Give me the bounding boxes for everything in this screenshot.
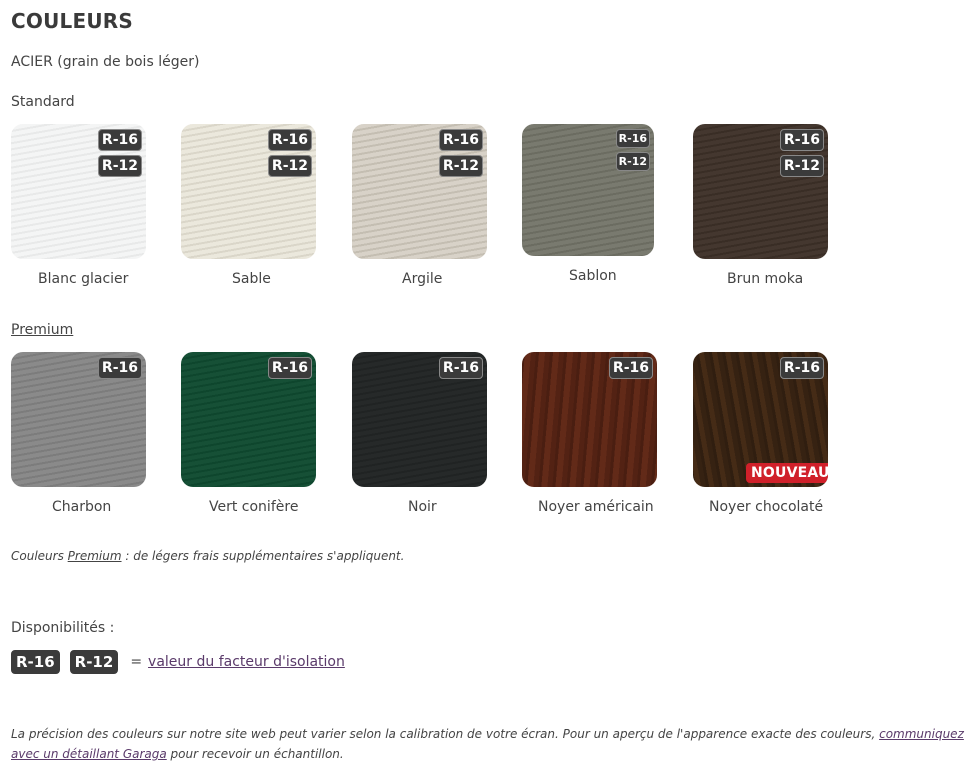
legend-badge-r12: R-12 xyxy=(69,650,119,674)
swatch-label: Brun moka xyxy=(727,271,804,287)
equals-sign: = xyxy=(130,654,143,670)
swatch-vert-conifere[interactable]: R-16 xyxy=(181,352,316,487)
swatch-card-brun-moka[interactable]: R-16 R-12 Brun moka xyxy=(693,124,843,287)
swatch-card-noyer-americain[interactable]: R-16 Noyer américain xyxy=(522,352,672,515)
standard-heading: Standard xyxy=(11,94,75,110)
premium-link[interactable]: Premium xyxy=(68,549,122,563)
premium-fee-note: Couleurs Premium : de légers frais suppl… xyxy=(11,549,405,563)
badge-r12: R-12 xyxy=(97,155,142,177)
swatch-card-noir[interactable]: R-16 Noir xyxy=(352,352,502,515)
premium-heading[interactable]: Premium xyxy=(11,322,73,338)
badge-r16: R-16 xyxy=(438,129,483,151)
swatch-label: Vert conifère xyxy=(209,499,299,515)
swatch-label: Argile xyxy=(402,271,443,287)
swatch-sablon[interactable]: R-16 R-12 xyxy=(522,124,654,256)
swatch-card-noyer-chocolate[interactable]: R-16 NOUVEAU Noyer chocolaté xyxy=(693,352,843,515)
swatch-label: Sablon xyxy=(569,268,617,284)
swatch-card-blanc-glacier[interactable]: R-16 R-12 Blanc glacier xyxy=(11,124,161,287)
swatch-sable[interactable]: R-16 R-12 xyxy=(181,124,316,259)
swatch-label: Noyer chocolaté xyxy=(709,499,824,515)
swatch-charbon[interactable]: R-16 xyxy=(11,352,146,487)
swatch-label: Noir xyxy=(408,499,437,515)
badge-r12: R-12 xyxy=(779,155,824,177)
badge-r16: R-16 xyxy=(97,357,142,379)
color-disclaimer: La précision des couleurs sur notre site… xyxy=(11,727,964,761)
swatch-noyer-chocolate[interactable]: R-16 NOUVEAU xyxy=(693,352,828,487)
swatch-label: Blanc glacier xyxy=(38,271,129,287)
swatch-card-charbon[interactable]: R-16 Charbon xyxy=(11,352,161,515)
swatch-noyer-americain[interactable]: R-16 xyxy=(522,352,657,487)
legend-badge-r16: R-16 xyxy=(11,650,60,674)
badge-r16: R-16 xyxy=(267,357,312,379)
swatch-card-argile[interactable]: R-16 R-12 Argile xyxy=(352,124,502,287)
swatch-card-vert-conifere[interactable]: R-16 Vert conifère xyxy=(181,352,331,515)
swatch-argile[interactable]: R-16 R-12 xyxy=(352,124,487,259)
badge-r16: R-16 xyxy=(267,129,312,151)
badge-r12: R-12 xyxy=(267,155,312,177)
swatch-blanc-glacier[interactable]: R-16 R-12 xyxy=(11,124,146,259)
badge-r16: R-16 xyxy=(779,129,824,151)
swatch-label: Noyer américain xyxy=(538,499,654,515)
swatch-label: Sable xyxy=(232,271,271,287)
badge-r16: R-16 xyxy=(608,357,653,379)
badge-r16: R-16 xyxy=(615,129,650,148)
badge-r16: R-16 xyxy=(779,357,824,379)
badge-r12: R-12 xyxy=(615,152,650,171)
swatch-noir[interactable]: R-16 xyxy=(352,352,487,487)
page-title: COULEURS xyxy=(11,9,133,33)
swatch-card-sable[interactable]: R-16 R-12 Sable xyxy=(181,124,331,287)
availability-legend: R-16 R-12 = valeur du facteur d'isolatio… xyxy=(11,650,345,674)
availability-label: Disponibilités : xyxy=(11,620,115,636)
insulation-value-link[interactable]: valeur du facteur d'isolation xyxy=(148,654,345,670)
badge-r16: R-16 xyxy=(438,357,483,379)
material-subtitle: ACIER (grain de bois léger) xyxy=(11,54,200,70)
swatch-brun-moka[interactable]: R-16 R-12 xyxy=(693,124,828,259)
nouveau-badge: NOUVEAU xyxy=(746,463,828,483)
badge-r12: R-12 xyxy=(438,155,483,177)
badge-r16: R-16 xyxy=(97,129,142,151)
swatch-card-sablon[interactable]: R-16 R-12 Sablon xyxy=(522,124,672,284)
swatch-label: Charbon xyxy=(52,499,112,515)
